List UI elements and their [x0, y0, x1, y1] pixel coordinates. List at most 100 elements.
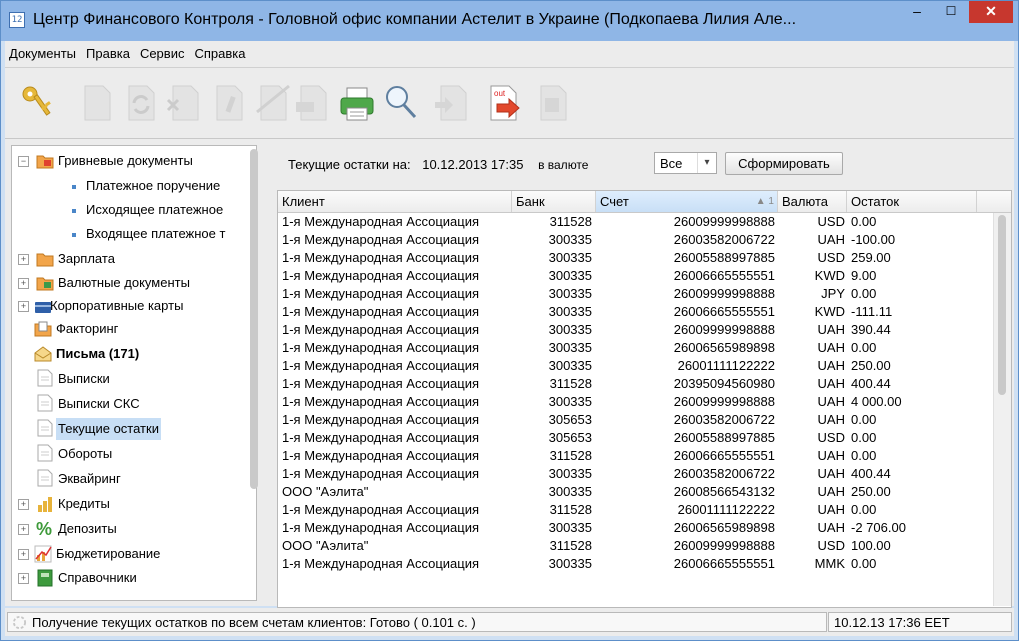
table-row[interactable]: 1-я Международная Ассоциация 300335 260035… — [278, 231, 1011, 249]
menu-service[interactable]: Сервис — [135, 41, 190, 66]
close-button[interactable]: ✕ — [969, 1, 1013, 23]
tree-item-credits[interactable]: + Кредиты — [12, 493, 252, 515]
column-header-balance[interactable]: Остаток — [847, 191, 977, 212]
expand-icon[interactable]: + — [18, 573, 29, 584]
tree-item-letters[interactable]: Письма (171) — [12, 343, 252, 365]
table-body: 1-я Международная Ассоциация 311528 260099… — [278, 213, 1011, 573]
search-icon[interactable] — [381, 82, 421, 124]
expand-icon[interactable]: + — [18, 278, 29, 289]
cell-account: 26006565989898 — [673, 340, 775, 355]
table-row[interactable]: 1-я Международная Ассоциация 300335 260099… — [278, 393, 1011, 411]
table-row[interactable]: 1-я Международная Ассоциация 311528 260011… — [278, 501, 1011, 519]
table-row[interactable]: 1-я Международная Ассоциация 300335 260035… — [278, 465, 1011, 483]
table-row[interactable]: 1-я Международная Ассоциация 300335 260066… — [278, 303, 1011, 321]
minimize-button[interactable]: – — [902, 1, 932, 23]
scrollbar-thumb[interactable] — [998, 215, 1006, 395]
cell-client: 1-я Международная Ассоциация — [282, 214, 480, 229]
table-row[interactable]: 1-я Международная Ассоциация 305653 260055… — [278, 429, 1011, 447]
table-row[interactable]: ООО "Аэлита" 311528 26009999998888 USD 100.0… — [278, 537, 1011, 555]
collapse-icon[interactable]: − — [18, 156, 29, 167]
tree-item-budgeting[interactable]: + Бюджетирование — [12, 543, 252, 565]
cell-client: 1-я Международная Ассоциация — [282, 304, 480, 319]
menu-help[interactable]: Справка — [189, 41, 250, 66]
tree-vertical-scrollbar[interactable] — [250, 149, 258, 489]
balances-datetime[interactable]: 10.12.2013 17:35 — [422, 157, 523, 172]
tree-label: Текущие остатки — [56, 418, 161, 440]
tree-item-statements[interactable]: Выписки — [12, 368, 252, 390]
column-header-bank[interactable]: Банк — [512, 191, 596, 212]
table-row[interactable]: 1-я Международная Ассоциация 300335 260065… — [278, 519, 1011, 537]
tree-item-turnovers[interactable]: Обороты — [12, 443, 252, 465]
tree-item-payment-order[interactable]: Платежное поручение — [12, 175, 252, 197]
cell-client: 1-я Международная Ассоциация — [282, 412, 480, 427]
expand-icon[interactable]: + — [18, 549, 29, 560]
column-header-account[interactable]: Счет ▲ 1 — [596, 191, 778, 212]
table-row[interactable]: 1-я Международная Ассоциация 300335 260011… — [278, 357, 1011, 375]
tree-label: Депозиты — [58, 521, 117, 536]
table-row[interactable]: 1-я Международная Ассоциация 305653 260035… — [278, 411, 1011, 429]
document-icon[interactable] — [77, 82, 117, 124]
expand-icon[interactable]: + — [18, 499, 29, 510]
table-row[interactable]: ООО "Аэлита" 300335 26008566543132 UAH 250.0… — [278, 483, 1011, 501]
expand-icon[interactable]: + — [18, 524, 29, 535]
column-header-client[interactable]: Клиент — [278, 191, 512, 212]
cell-currency: USD — [817, 214, 845, 229]
expand-icon[interactable]: + — [18, 254, 29, 265]
tree-item-currency-docs[interactable]: + Валютные документы — [12, 272, 252, 294]
tree-label: Кредиты — [58, 496, 110, 511]
edit-icon[interactable] — [209, 82, 249, 124]
column-header-currency[interactable]: Валюта — [778, 191, 847, 212]
cell-currency: UAH — [817, 322, 845, 337]
cell-bank: 300335 — [548, 232, 592, 247]
tree-item-hryvnia-docs[interactable]: − Гривневые документы — [12, 150, 252, 172]
cell-client: 1-я Международная Ассоциация — [282, 448, 480, 463]
tree-item-deposits[interactable]: + % Депозиты — [12, 518, 252, 540]
refresh-icon[interactable] — [121, 82, 161, 124]
table-row[interactable]: 1-я Международная Ассоциация 300335 260099… — [278, 321, 1011, 339]
tree-item-current-balances[interactable]: Текущие остатки — [12, 418, 252, 440]
tree-item-statements-sks[interactable]: Выписки СКС — [12, 393, 252, 415]
tree-label: Выписки — [58, 371, 110, 386]
print-icon[interactable] — [337, 82, 377, 124]
currency-select[interactable]: Все ▾ — [654, 152, 717, 174]
maximize-button[interactable]: ☐ — [936, 1, 966, 23]
cell-client: ООО "Аэлита" — [282, 538, 369, 553]
keys-icon[interactable] — [17, 82, 57, 124]
table-row[interactable]: 1-я Международная Ассоциация 300335 260066… — [278, 267, 1011, 285]
out-arrow-icon[interactable]: out — [483, 82, 523, 124]
table-vertical-scrollbar[interactable] — [993, 213, 1011, 606]
table-row[interactable]: 1-я Международная Ассоциация 311528 260066… — [278, 447, 1011, 465]
copy-icon[interactable] — [253, 82, 293, 124]
splitter[interactable] — [258, 139, 264, 606]
generate-button[interactable]: Сформировать — [725, 152, 843, 175]
tree-item-salary[interactable]: + Зарплата — [12, 248, 252, 270]
delete-icon[interactable] — [165, 82, 205, 124]
tree-item-outgoing-payment[interactable]: Исходящее платежное — [12, 199, 252, 221]
table-row[interactable]: 1-я Международная Ассоциация 300335 260066… — [278, 555, 1011, 573]
menu-bar: Документы Правка Сервис Справка — [5, 41, 1014, 68]
sign-icon[interactable] — [293, 82, 333, 124]
app-icon[interactable]: 12 — [9, 12, 25, 28]
tree-item-incoming-payment[interactable]: Входящее платежное т — [12, 223, 252, 245]
table-row[interactable]: 1-я Международная Ассоциация 300335 260065… — [278, 339, 1011, 357]
table-row[interactable]: 1-я Международная Ассоциация 300335 260099… — [278, 285, 1011, 303]
bullet-icon — [72, 185, 76, 189]
table-row[interactable]: 1-я Международная Ассоциация 311528 203950… — [278, 375, 1011, 393]
title-bar[interactable]: 12 Центр Финансового Контроля - Головной… — [1, 1, 1018, 41]
tree-label: Платежное поручение — [86, 178, 221, 193]
tree-item-acquiring[interactable]: Эквайринг — [12, 468, 252, 490]
tree-item-corporate-cards[interactable]: + Корпоративные карты — [12, 295, 252, 317]
navigation-tree[interactable]: − Гривневые документы Платежное поручени… — [11, 145, 257, 601]
expand-icon[interactable]: + — [18, 301, 29, 312]
menu-edit[interactable]: Правка — [81, 41, 135, 66]
menu-documents[interactable]: Документы — [5, 41, 81, 66]
tree-item-factoring[interactable]: Факторинг — [12, 318, 252, 340]
dropdown-arrow-icon[interactable]: ▾ — [697, 153, 716, 173]
table-row[interactable]: 1-я Международная Ассоциация 311528 260099… — [278, 213, 1011, 231]
table-row[interactable]: 1-я Международная Ассоциация 300335 260055… — [278, 249, 1011, 267]
cell-currency: JPY — [821, 286, 845, 301]
export-icon[interactable] — [433, 82, 473, 124]
tree-item-directories[interactable]: + Справочники — [12, 567, 252, 589]
send-icon[interactable] — [533, 82, 573, 124]
cell-balance: 100.00 — [851, 538, 891, 553]
